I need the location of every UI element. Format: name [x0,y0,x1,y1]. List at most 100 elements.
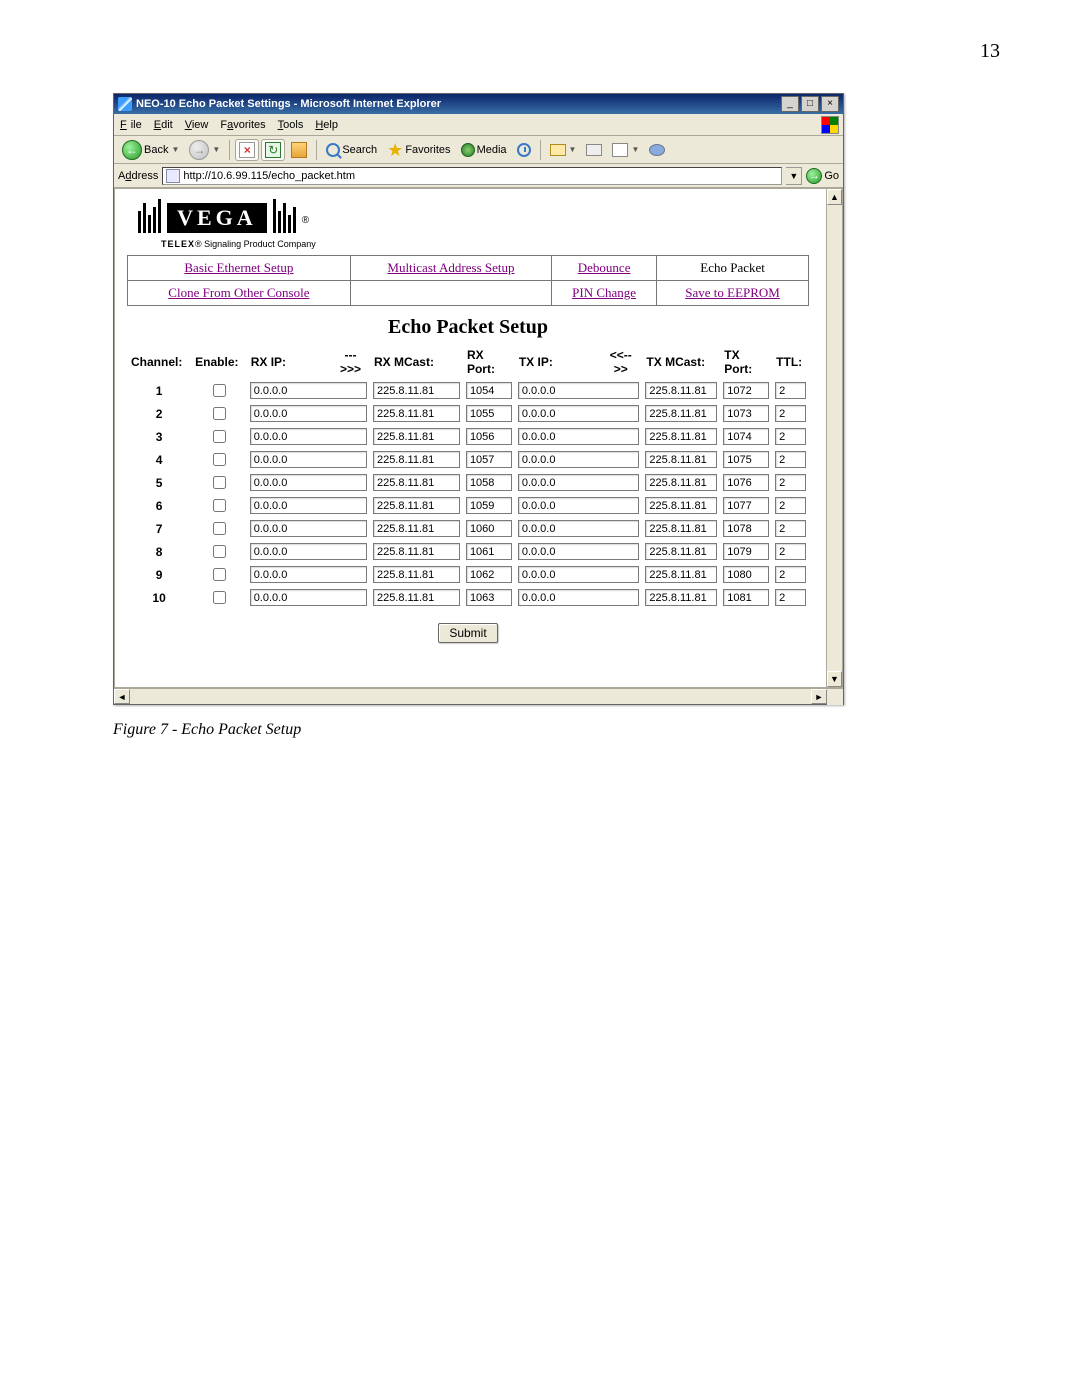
rxport-input[interactable] [466,497,512,514]
horizontal-scrollbar[interactable]: ◄ ► [114,688,843,704]
ttl-input[interactable] [775,520,806,537]
txip-input[interactable] [518,405,640,422]
rxport-input[interactable] [466,428,512,445]
enable-checkbox[interactable] [213,568,226,581]
address-input[interactable] [183,168,781,184]
enable-checkbox[interactable] [213,476,226,489]
ttl-input[interactable] [775,543,806,560]
ttl-input[interactable] [775,474,806,491]
rxip-input[interactable] [250,474,367,491]
ttl-input[interactable] [775,566,806,583]
back-button[interactable]: ← Back ▼ [118,139,183,161]
rxmcast-input[interactable] [373,382,460,399]
scroll-up-icon[interactable]: ▲ [827,189,842,205]
close-button[interactable]: × [821,96,839,112]
enable-checkbox[interactable] [213,545,226,558]
rxmcast-input[interactable] [373,497,460,514]
rxmcast-input[interactable] [373,520,460,537]
rxip-input[interactable] [250,520,367,537]
rxip-input[interactable] [250,405,367,422]
rxip-input[interactable] [250,543,367,560]
ttl-input[interactable] [775,405,806,422]
txip-input[interactable] [518,589,640,606]
enable-checkbox[interactable] [213,453,226,466]
scroll-down-icon[interactable]: ▼ [827,671,842,687]
txip-input[interactable] [518,520,640,537]
rxip-input[interactable] [250,382,367,399]
rxmcast-input[interactable] [373,543,460,560]
txmcast-input[interactable] [645,520,717,537]
rxip-input[interactable] [250,497,367,514]
nav-basic-ethernet[interactable]: Basic Ethernet Setup [184,260,293,275]
search-button[interactable]: Search [322,139,381,161]
enable-checkbox[interactable] [213,591,226,604]
go-button[interactable]: → Go [806,168,839,184]
ttl-input[interactable] [775,428,806,445]
menu-file[interactable]: File [118,117,144,133]
menu-tools[interactable]: Tools [276,117,306,133]
maximize-button[interactable]: □ [801,96,819,112]
rxport-input[interactable] [466,566,512,583]
rxip-input[interactable] [250,566,367,583]
enable-checkbox[interactable] [213,499,226,512]
txmcast-input[interactable] [645,589,717,606]
rxport-input[interactable] [466,451,512,468]
txport-input[interactable] [723,497,769,514]
scroll-right-icon[interactable]: ► [811,689,827,704]
menu-favorites[interactable]: Favorites [218,117,267,133]
txport-input[interactable] [723,405,769,422]
txmcast-input[interactable] [645,428,717,445]
rxmcast-input[interactable] [373,566,460,583]
menu-help[interactable]: Help [313,117,340,133]
nav-multicast[interactable]: Multicast Address Setup [387,260,514,275]
enable-checkbox[interactable] [213,384,226,397]
rxport-input[interactable] [466,474,512,491]
txmcast-input[interactable] [645,474,717,491]
txmcast-input[interactable] [645,566,717,583]
edit-button[interactable]: ▼ [608,139,643,161]
ttl-input[interactable] [775,451,806,468]
print-button[interactable] [582,139,606,161]
favorites-button[interactable]: ★ Favorites [383,139,454,161]
txip-input[interactable] [518,543,640,560]
rxip-input[interactable] [250,428,367,445]
txip-input[interactable] [518,382,640,399]
forward-button[interactable]: → ▼ [185,139,224,161]
rxmcast-input[interactable] [373,405,460,422]
rxmcast-input[interactable] [373,451,460,468]
address-dropdown[interactable]: ▼ [786,167,802,185]
vertical-scrollbar[interactable]: ▲ ▼ [826,189,842,687]
txip-input[interactable] [518,428,640,445]
txip-input[interactable] [518,451,640,468]
txip-input[interactable] [518,566,640,583]
txport-input[interactable] [723,382,769,399]
rxport-input[interactable] [466,520,512,537]
txmcast-input[interactable] [645,382,717,399]
txip-input[interactable] [518,497,640,514]
txmcast-input[interactable] [645,405,717,422]
ttl-input[interactable] [775,382,806,399]
submit-button[interactable]: Submit [438,623,497,643]
txmcast-input[interactable] [645,451,717,468]
rxport-input[interactable] [466,405,512,422]
minimize-button[interactable]: _ [781,96,799,112]
mail-button[interactable]: ▼ [546,139,581,161]
nav-pin-change[interactable]: PIN Change [572,285,636,300]
enable-checkbox[interactable] [213,522,226,535]
rxport-input[interactable] [466,382,512,399]
discuss-button[interactable] [645,139,669,161]
ttl-input[interactable] [775,497,806,514]
enable-checkbox[interactable] [213,430,226,443]
txmcast-input[interactable] [645,497,717,514]
rxmcast-input[interactable] [373,474,460,491]
txport-input[interactable] [723,428,769,445]
scroll-left-icon[interactable]: ◄ [114,689,130,704]
txport-input[interactable] [723,589,769,606]
nav-save-eeprom[interactable]: Save to EEPROM [685,285,780,300]
txport-input[interactable] [723,474,769,491]
home-button[interactable] [287,139,311,161]
rxport-input[interactable] [466,589,512,606]
rxport-input[interactable] [466,543,512,560]
nav-debounce[interactable]: Debounce [578,260,631,275]
menu-edit[interactable]: Edit [152,117,175,133]
